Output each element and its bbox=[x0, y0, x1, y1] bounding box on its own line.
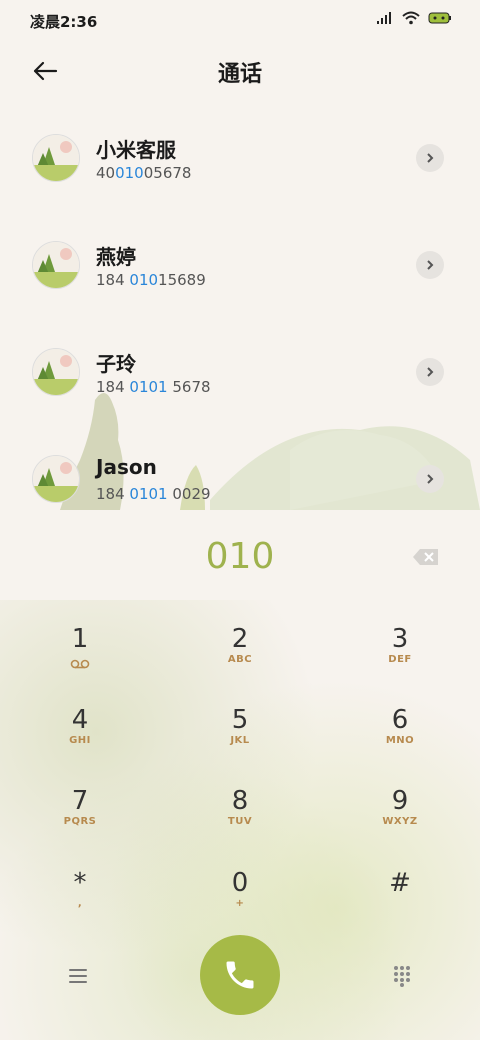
key-8[interactable]: 8 TUV bbox=[160, 772, 320, 852]
avatar bbox=[32, 348, 80, 396]
contact-name: 小米客服 bbox=[96, 138, 176, 162]
signal-icon bbox=[377, 12, 391, 24]
contact-row[interactable]: Jason 184 0101 0029 bbox=[0, 425, 480, 532]
key-hash[interactable]: # bbox=[320, 854, 480, 934]
voicemail-icon bbox=[70, 659, 90, 669]
contact-detail-button[interactable] bbox=[416, 358, 444, 386]
key-4[interactable]: 4 GHI bbox=[0, 691, 160, 771]
contact-name: 燕婷 bbox=[96, 245, 136, 269]
contact-row[interactable]: 小米客服 4001005678 bbox=[0, 104, 480, 211]
wifi-icon bbox=[402, 11, 420, 25]
key-7[interactable]: 7 PQRS bbox=[0, 772, 160, 852]
key-9[interactable]: 9 WXYZ bbox=[320, 772, 480, 852]
key-2[interactable]: 2 ABC bbox=[160, 610, 320, 690]
contact-row[interactable]: 燕婷 184 01015689 bbox=[0, 211, 480, 318]
backspace-icon[interactable] bbox=[412, 547, 440, 567]
contact-list: 小米客服 4001005678 燕婷 184 01015689 子玲 184 0… bbox=[0, 104, 480, 532]
phone-icon bbox=[226, 961, 254, 989]
chevron-right-icon bbox=[427, 153, 434, 163]
contact-number: 184 01015689 bbox=[96, 271, 206, 289]
contact-detail-button[interactable] bbox=[416, 144, 444, 172]
dialer-input: 010 bbox=[0, 520, 480, 598]
contact-number: 184 0101 5678 bbox=[96, 378, 211, 396]
avatar bbox=[32, 455, 80, 503]
status-icons bbox=[376, 11, 452, 25]
key-star[interactable]: * , bbox=[0, 854, 160, 934]
status-bar: 凌晨2:36 bbox=[0, 0, 480, 40]
contact-detail-button[interactable] bbox=[416, 251, 444, 279]
contact-name: Jason bbox=[96, 455, 157, 479]
avatar bbox=[32, 241, 80, 289]
key-5[interactable]: 5 JKL bbox=[160, 691, 320, 771]
status-time: 凌晨2:36 bbox=[30, 13, 98, 31]
contact-row[interactable]: 子玲 184 0101 5678 bbox=[0, 318, 480, 425]
call-button[interactable] bbox=[200, 935, 280, 1015]
key-0[interactable]: 0 + bbox=[160, 854, 320, 934]
contact-name: 子玲 bbox=[96, 352, 136, 376]
key-3[interactable]: 3 DEF bbox=[320, 610, 480, 690]
bottom-bar bbox=[0, 930, 480, 1020]
dialed-number: 010 bbox=[205, 536, 275, 577]
header: 通话 bbox=[0, 46, 480, 96]
avatar bbox=[32, 134, 80, 182]
chevron-right-icon bbox=[427, 474, 434, 484]
battery-icon bbox=[428, 12, 451, 24]
contact-detail-button[interactable] bbox=[416, 465, 444, 493]
key-6[interactable]: 6 MNO bbox=[320, 691, 480, 771]
contact-number: 4001005678 bbox=[96, 164, 192, 182]
chevron-right-icon bbox=[427, 260, 434, 270]
key-1[interactable]: 1 bbox=[0, 610, 160, 690]
menu-icon[interactable] bbox=[66, 964, 90, 988]
contact-number: 184 0101 0029 bbox=[96, 485, 211, 503]
chevron-right-icon bbox=[427, 367, 434, 377]
dialpad-icon[interactable] bbox=[390, 964, 414, 988]
page-title: 通话 bbox=[217, 62, 262, 87]
